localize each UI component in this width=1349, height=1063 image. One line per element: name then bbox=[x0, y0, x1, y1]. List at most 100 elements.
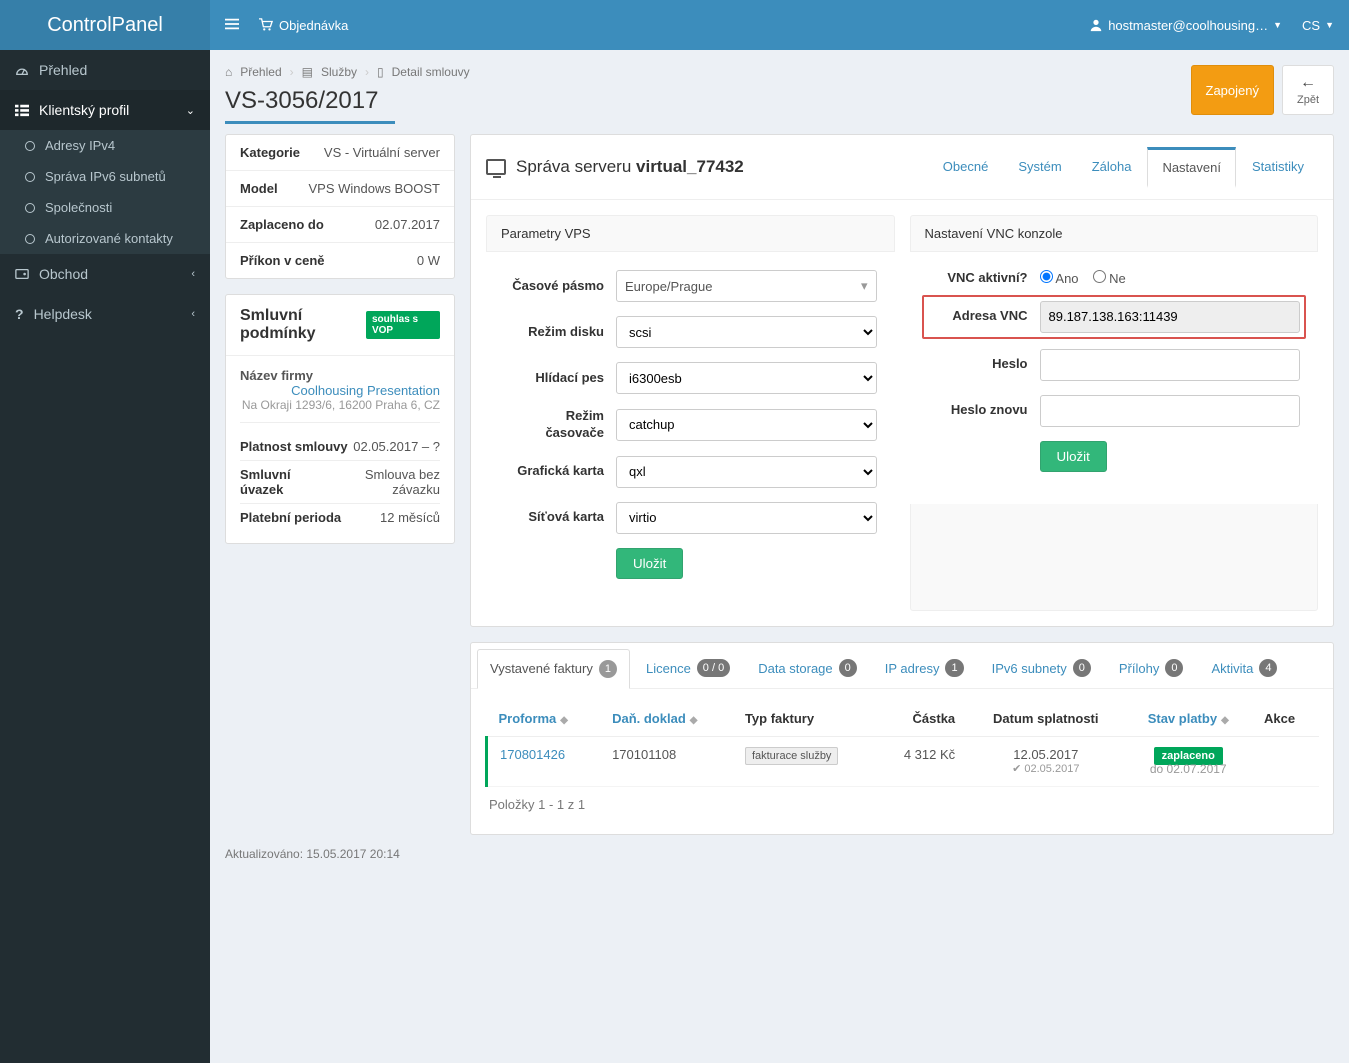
breadcrumb: ⌂ Přehled› ▤ Služby› ▯ Detail smlouvy bbox=[225, 65, 470, 79]
caret-down-icon: ▼ bbox=[1325, 20, 1334, 30]
vop-badge: souhlas s VOP bbox=[366, 311, 440, 339]
table-footer: Položky 1 - 1 z 1 bbox=[485, 787, 1319, 822]
chevron-left-icon: ‹ bbox=[191, 308, 195, 320]
vnc-radio-yes[interactable]: Ano bbox=[1040, 270, 1079, 286]
col-proforma[interactable]: Proforma◆ bbox=[487, 701, 601, 737]
back-label: Zpět bbox=[1297, 94, 1319, 106]
value: VPS Windows BOOST bbox=[309, 181, 440, 196]
lang-menu[interactable]: CS ▼ bbox=[1302, 18, 1334, 33]
label: Síťová karta bbox=[504, 509, 604, 526]
address: Na Okraji 1293/6, 16200 Praha 6, CZ bbox=[240, 398, 440, 412]
user-label: hostmaster@coolhousing… bbox=[1108, 18, 1268, 33]
cell-due-sub: ✔ 02.05.2017 bbox=[979, 762, 1112, 775]
sidebar-item-helpdesk[interactable]: ?Helpdesk ‹ bbox=[0, 294, 210, 334]
watchdog-select[interactable]: i6300esb bbox=[616, 362, 877, 394]
tab-stats[interactable]: Statistiky bbox=[1238, 149, 1318, 187]
company-link[interactable]: Coolhousing Presentation bbox=[291, 383, 440, 398]
page-title: VS-3056/2017 bbox=[225, 87, 470, 115]
btab-storage[interactable]: Data storage0 bbox=[746, 649, 869, 688]
proforma-link[interactable]: 170801426 bbox=[500, 747, 565, 762]
col-status[interactable]: Stav platby◆ bbox=[1124, 701, 1252, 737]
vnc-password2-field[interactable] bbox=[1040, 395, 1301, 427]
box-title: Smluvní podmínky bbox=[240, 307, 366, 343]
list-icon: ▤ bbox=[302, 65, 313, 79]
cell-due: 12.05.2017 bbox=[979, 747, 1112, 762]
arrow-left-icon: ← bbox=[1300, 74, 1316, 91]
radio-label: Ano bbox=[1055, 271, 1078, 286]
label: Grafická karta bbox=[504, 463, 604, 480]
value: Europe/Prague bbox=[625, 279, 712, 294]
radio-label: Ne bbox=[1109, 271, 1126, 286]
nic-select[interactable]: virtio bbox=[616, 502, 877, 534]
label: Smluvní úvazek bbox=[240, 467, 327, 497]
lang-label: CS bbox=[1302, 18, 1320, 33]
invoices-table: Proforma◆ Daň. doklad◆ Typ faktury Částk… bbox=[485, 701, 1319, 787]
tab-label: Data storage bbox=[758, 661, 832, 676]
chevron-left-icon: ‹ bbox=[191, 268, 195, 280]
logo[interactable]: ControlPanel bbox=[0, 0, 210, 50]
sidebar-item-overview[interactable]: Přehled bbox=[0, 50, 210, 90]
topbar: ControlPanel Objednávka hostmaster@coolh… bbox=[0, 0, 1349, 50]
sidebar-item-ipv4[interactable]: Adresy IPv4 bbox=[0, 130, 210, 161]
timer-select[interactable]: catchup bbox=[616, 409, 877, 441]
btab-activity[interactable]: Aktivita4 bbox=[1199, 649, 1289, 688]
tab-backup[interactable]: Záloha bbox=[1078, 149, 1146, 187]
menu-toggle-icon[interactable] bbox=[225, 16, 239, 34]
cell-tax: 170101108 bbox=[600, 736, 733, 786]
label: Název firmy bbox=[240, 368, 313, 383]
sidebar-label: Autorizované kontakty bbox=[45, 231, 173, 246]
wallet-icon bbox=[15, 266, 29, 282]
user-menu[interactable]: hostmaster@coolhousing… ▼ bbox=[1089, 18, 1282, 33]
caret-down-icon: ▾ bbox=[861, 278, 868, 294]
sidebar-label: Společnosti bbox=[45, 200, 112, 215]
order-link[interactable]: Objednávka bbox=[259, 18, 348, 33]
sidebar-label: Klientský profil bbox=[39, 102, 129, 118]
sidebar-item-client-profile[interactable]: Klientský profil ⌄ bbox=[0, 90, 210, 130]
file-icon: ▯ bbox=[377, 65, 384, 79]
tab-count: 1 bbox=[599, 660, 617, 678]
tab-label: Přílohy bbox=[1119, 661, 1159, 676]
back-button[interactable]: ← Zpět bbox=[1282, 65, 1334, 115]
table-row: 170801426 170101108 fakturace služby 4 3… bbox=[487, 736, 1320, 786]
label: Platnost smlouvy bbox=[240, 439, 348, 454]
circle-icon bbox=[25, 172, 35, 182]
btab-licenses[interactable]: Licence0 / 0 bbox=[634, 649, 742, 688]
breadcrumb-link[interactable]: Služby bbox=[321, 65, 357, 79]
label: Heslo znovu bbox=[928, 402, 1028, 419]
tab-label: Aktivita bbox=[1211, 661, 1253, 676]
gpu-select[interactable]: qxl bbox=[616, 456, 877, 488]
value: 12 měsíců bbox=[380, 510, 440, 525]
btab-ip[interactable]: IP adresy1 bbox=[873, 649, 976, 688]
home-icon: ⌂ bbox=[225, 65, 232, 79]
sidebar: Přehled Klientský profil ⌄ Adresy IPv4 S… bbox=[0, 50, 210, 1063]
tab-settings[interactable]: Nastavení bbox=[1147, 147, 1236, 188]
sidebar-item-ipv6[interactable]: Správa IPv6 subnetů bbox=[0, 161, 210, 192]
label: VNC aktivní? bbox=[928, 270, 1028, 287]
btab-attach[interactable]: Přílohy0 bbox=[1107, 649, 1196, 688]
btab-invoices[interactable]: Vystavené faktury1 bbox=[477, 649, 630, 689]
timezone-select[interactable]: Europe/Prague ▾ bbox=[616, 270, 877, 302]
sidebar-item-shop[interactable]: Obchod ‹ bbox=[0, 254, 210, 294]
col-tax[interactable]: Daň. doklad◆ bbox=[600, 701, 733, 737]
vnc-password-field[interactable] bbox=[1040, 349, 1301, 381]
label: Zaplaceno do bbox=[240, 217, 324, 232]
sidebar-label: Správa IPv6 subnetů bbox=[45, 169, 166, 184]
params-save-button[interactable]: Uložit bbox=[616, 548, 683, 579]
sidebar-item-contacts[interactable]: Autorizované kontakty bbox=[0, 223, 210, 254]
vnc-save-button[interactable]: Uložit bbox=[1040, 441, 1107, 472]
tab-count: 1 bbox=[945, 659, 963, 677]
sidebar-item-companies[interactable]: Společnosti bbox=[0, 192, 210, 223]
connected-button[interactable]: Zapojený bbox=[1191, 65, 1274, 115]
btab-ipv6[interactable]: IPv6 subnety0 bbox=[980, 649, 1103, 688]
params-header: Parametry VPS bbox=[487, 216, 894, 252]
vnc-address-highlight: Adresa VNC bbox=[922, 295, 1307, 339]
vnc-radio-no[interactable]: Ne bbox=[1093, 270, 1126, 286]
tab-general[interactable]: Obecné bbox=[929, 149, 1003, 187]
tab-system[interactable]: Systém bbox=[1004, 149, 1075, 187]
value: Smlouva bez závazku bbox=[327, 467, 440, 497]
circle-icon bbox=[25, 203, 35, 213]
disk-select[interactable]: scsi bbox=[616, 316, 877, 348]
label: Kategorie bbox=[240, 145, 300, 160]
breadcrumb-link[interactable]: Přehled bbox=[240, 65, 281, 79]
tab-label: IPv6 subnety bbox=[992, 661, 1067, 676]
